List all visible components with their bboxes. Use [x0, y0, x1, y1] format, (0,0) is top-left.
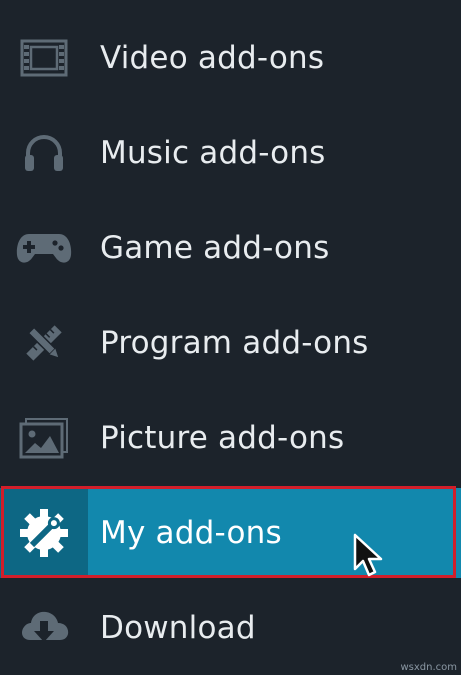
menu-item-label: Download [100, 610, 256, 646]
menu-item-label: Program add-ons [100, 325, 369, 361]
menu-item-my-addons[interactable]: My add-ons [0, 488, 461, 578]
film-icon [0, 13, 88, 103]
watermark: wsxdn.com [400, 662, 457, 673]
pencil-ruler-icon [0, 298, 88, 388]
gear-wrench-icon [0, 488, 88, 578]
picture-icon [0, 393, 88, 483]
menu-item-label: Video add-ons [100, 40, 325, 76]
menu-item-download[interactable]: Download [0, 583, 461, 673]
cloud-download-icon [0, 583, 88, 673]
menu-item-label: Music add-ons [100, 135, 326, 171]
menu-item-video-addons[interactable]: Video add-ons [0, 13, 461, 103]
menu-item-music-addons[interactable]: Music add-ons [0, 108, 461, 198]
menu-item-game-addons[interactable]: Game add-ons [0, 203, 461, 293]
menu-item-label: Game add-ons [100, 230, 330, 266]
gamepad-icon [0, 203, 88, 293]
menu-item-label: My add-ons [100, 515, 282, 551]
headphones-icon [0, 108, 88, 198]
menu-item-program-addons[interactable]: Program add-ons [0, 298, 461, 388]
addons-menu: Video add-ons Music add-ons Game add-ons [0, 0, 461, 675]
menu-item-picture-addons[interactable]: Picture add-ons [0, 393, 461, 483]
menu-item-label: Picture add-ons [100, 420, 345, 456]
